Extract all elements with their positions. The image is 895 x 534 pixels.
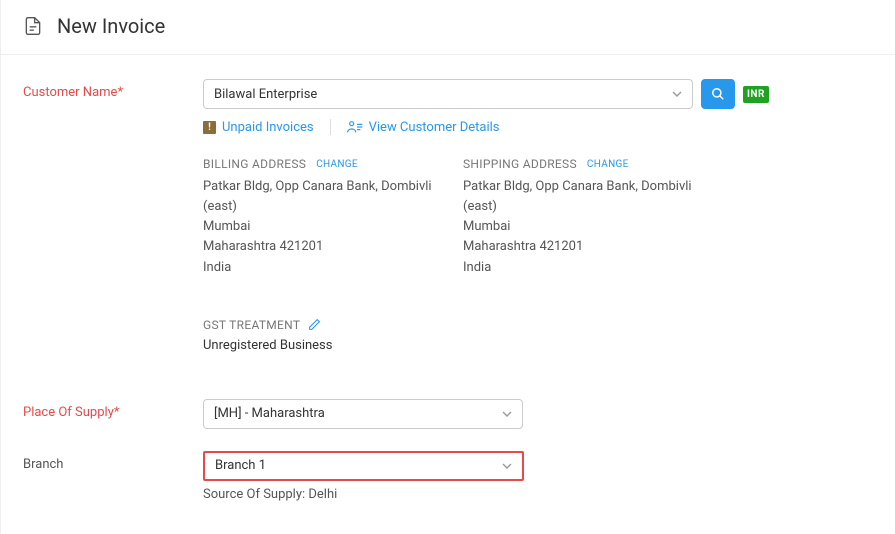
billing-address-title: BILLING ADDRESS — [203, 157, 306, 171]
divider — [330, 119, 331, 135]
shipping-city: Mumbai — [463, 217, 723, 237]
branch-label: Branch — [23, 451, 203, 472]
billing-line1: Patkar Bldg, Opp Canara Bank, Dombivli (… — [203, 177, 463, 217]
chevron-down-icon — [502, 461, 512, 471]
branch-select-value: Branch 1 — [215, 458, 266, 473]
gst-treatment-title: GST TREATMENT — [203, 318, 300, 332]
page-title: New Invoice — [57, 14, 165, 38]
shipping-address-block: SHIPPING ADDRESS CHANGE Patkar Bldg, Opp… — [463, 157, 723, 278]
chevron-down-icon — [672, 89, 682, 99]
shipping-state: Maharashtra 421201 — [463, 237, 723, 257]
shipping-country: India — [463, 258, 723, 278]
place-of-supply-label: Place Of Supply* — [23, 399, 203, 420]
warning-icon: ! — [203, 121, 216, 134]
shipping-change-link[interactable]: CHANGE — [587, 159, 629, 170]
branch-select[interactable]: Branch 1 — [203, 451, 524, 481]
edit-icon[interactable] — [308, 318, 321, 331]
billing-state: Maharashtra 421201 — [203, 237, 463, 257]
currency-badge: INR — [743, 86, 769, 103]
user-details-icon — [347, 120, 363, 134]
page-header: New Invoice — [1, 0, 895, 55]
customer-name-label: Customer Name* — [23, 79, 203, 100]
gst-treatment-value: Unregistered Business — [203, 338, 873, 353]
billing-city: Mumbai — [203, 217, 463, 237]
customer-search-button[interactable] — [701, 79, 735, 109]
shipping-line1: Patkar Bldg, Opp Canara Bank, Dombivli (… — [463, 177, 723, 217]
billing-change-link[interactable]: CHANGE — [316, 159, 358, 170]
unpaid-invoices-link[interactable]: ! Unpaid Invoices — [203, 120, 314, 135]
billing-address-block: BILLING ADDRESS CHANGE Patkar Bldg, Opp … — [203, 157, 463, 278]
chevron-down-icon — [502, 409, 512, 419]
place-of-supply-select[interactable]: [MH] - Maharashtra — [203, 399, 523, 429]
view-customer-details-link[interactable]: View Customer Details — [347, 120, 500, 135]
customer-select[interactable]: Bilawal Enterprise — [203, 79, 693, 109]
view-customer-details-text: View Customer Details — [369, 120, 500, 135]
unpaid-invoices-text: Unpaid Invoices — [222, 120, 314, 135]
document-icon — [23, 16, 43, 36]
shipping-address-title: SHIPPING ADDRESS — [463, 157, 577, 171]
customer-select-value: Bilawal Enterprise — [214, 87, 317, 102]
source-of-supply-text: Source Of Supply: Delhi — [203, 487, 873, 502]
billing-country: India — [203, 258, 463, 278]
search-icon — [711, 87, 725, 101]
place-of-supply-value: [MH] - Maharashtra — [214, 406, 325, 421]
